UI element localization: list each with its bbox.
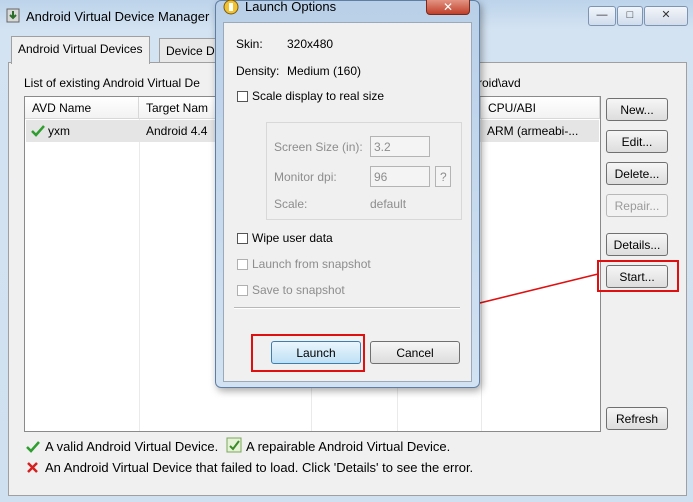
launch-button[interactable]: Launch <box>271 341 361 364</box>
wipe-user-data-label[interactable]: Wipe user data <box>252 231 333 245</box>
legend-repairable-text: A repairable Android Virtual Device. <box>246 439 451 454</box>
scale-label: Scale: <box>274 197 308 211</box>
minimize-button[interactable]: — <box>588 6 616 26</box>
maximize-button[interactable]: □ <box>617 6 643 26</box>
dialog-separator <box>234 307 460 309</box>
launch-options-dialog: Launch Options ✕ Skin: 320x480 Density: … <box>215 0 480 388</box>
dialog-title: Launch Options <box>245 0 337 14</box>
list-caption: List of existing Android Virtual De <box>24 76 200 90</box>
column-divider <box>139 119 140 431</box>
skin-label: Skin: <box>236 37 263 51</box>
cancel-button[interactable]: Cancel <box>370 341 460 364</box>
screen-size-field[interactable]: 3.2 <box>370 136 430 157</box>
refresh-button[interactable]: Refresh <box>606 407 668 430</box>
scale-display-checkbox[interactable] <box>237 91 248 102</box>
new-button[interactable]: New... <box>606 98 668 121</box>
edit-button[interactable]: Edit... <box>606 130 668 153</box>
check-icon <box>31 124 45 137</box>
column-header-cpu-abi[interactable]: CPU/ABI <box>481 97 600 119</box>
screen-size-label: Screen Size (in): <box>274 140 363 154</box>
monitor-dpi-label: Monitor dpi: <box>274 170 337 184</box>
column-header-avd-name[interactable]: AVD Name <box>25 97 139 119</box>
cpu-abi-cell: ARM (armeabi-... <box>487 124 579 138</box>
legend-failed-text: An Android Virtual Device that failed to… <box>45 460 474 475</box>
scale-value: default <box>370 197 407 211</box>
density-label: Density: <box>236 64 280 78</box>
wipe-user-data-checkbox[interactable] <box>237 233 248 244</box>
dialog-close-button[interactable]: ✕ <box>426 0 470 15</box>
dpi-help-button[interactable]: ? <box>435 166 451 187</box>
list-caption-path: roid\avd <box>478 76 521 90</box>
close-button[interactable]: ✕ <box>644 6 688 26</box>
start-button[interactable]: Start... <box>606 265 668 288</box>
android-sdk-icon <box>6 8 20 23</box>
legend-valid-text: A valid Android Virtual Device. <box>45 439 219 454</box>
monitor-dpi-field[interactable]: 96 <box>370 166 430 187</box>
target-cell: Android 4.4 <box>146 124 208 138</box>
window-title: Android Virtual Device Manager <box>26 9 210 24</box>
repair-icon <box>226 437 242 453</box>
check-icon <box>26 440 40 453</box>
error-x-icon <box>26 461 39 474</box>
tab-android-virtual-devices[interactable]: Android Virtual Devices <box>11 36 150 64</box>
save-to-snapshot-label[interactable]: Save to snapshot <box>252 283 345 297</box>
launch-from-snapshot-label[interactable]: Launch from snapshot <box>252 257 371 271</box>
skin-value: 320x480 <box>287 37 334 51</box>
avd-name-cell: yxm <box>48 124 70 138</box>
density-value: Medium (160) <box>287 64 362 78</box>
dialog-content: Skin: 320x480 Density: Medium (160) Scal… <box>223 22 472 382</box>
scale-display-label[interactable]: Scale display to real size <box>252 89 384 103</box>
delete-button[interactable]: Delete... <box>606 162 668 185</box>
launch-options-icon <box>223 0 239 15</box>
repair-button[interactable]: Repair... <box>606 194 668 217</box>
details-button[interactable]: Details... <box>606 233 668 256</box>
tab-device-definitions[interactable]: Device D <box>159 38 222 64</box>
launch-from-snapshot-checkbox[interactable] <box>237 259 248 270</box>
save-to-snapshot-checkbox[interactable] <box>237 285 248 296</box>
